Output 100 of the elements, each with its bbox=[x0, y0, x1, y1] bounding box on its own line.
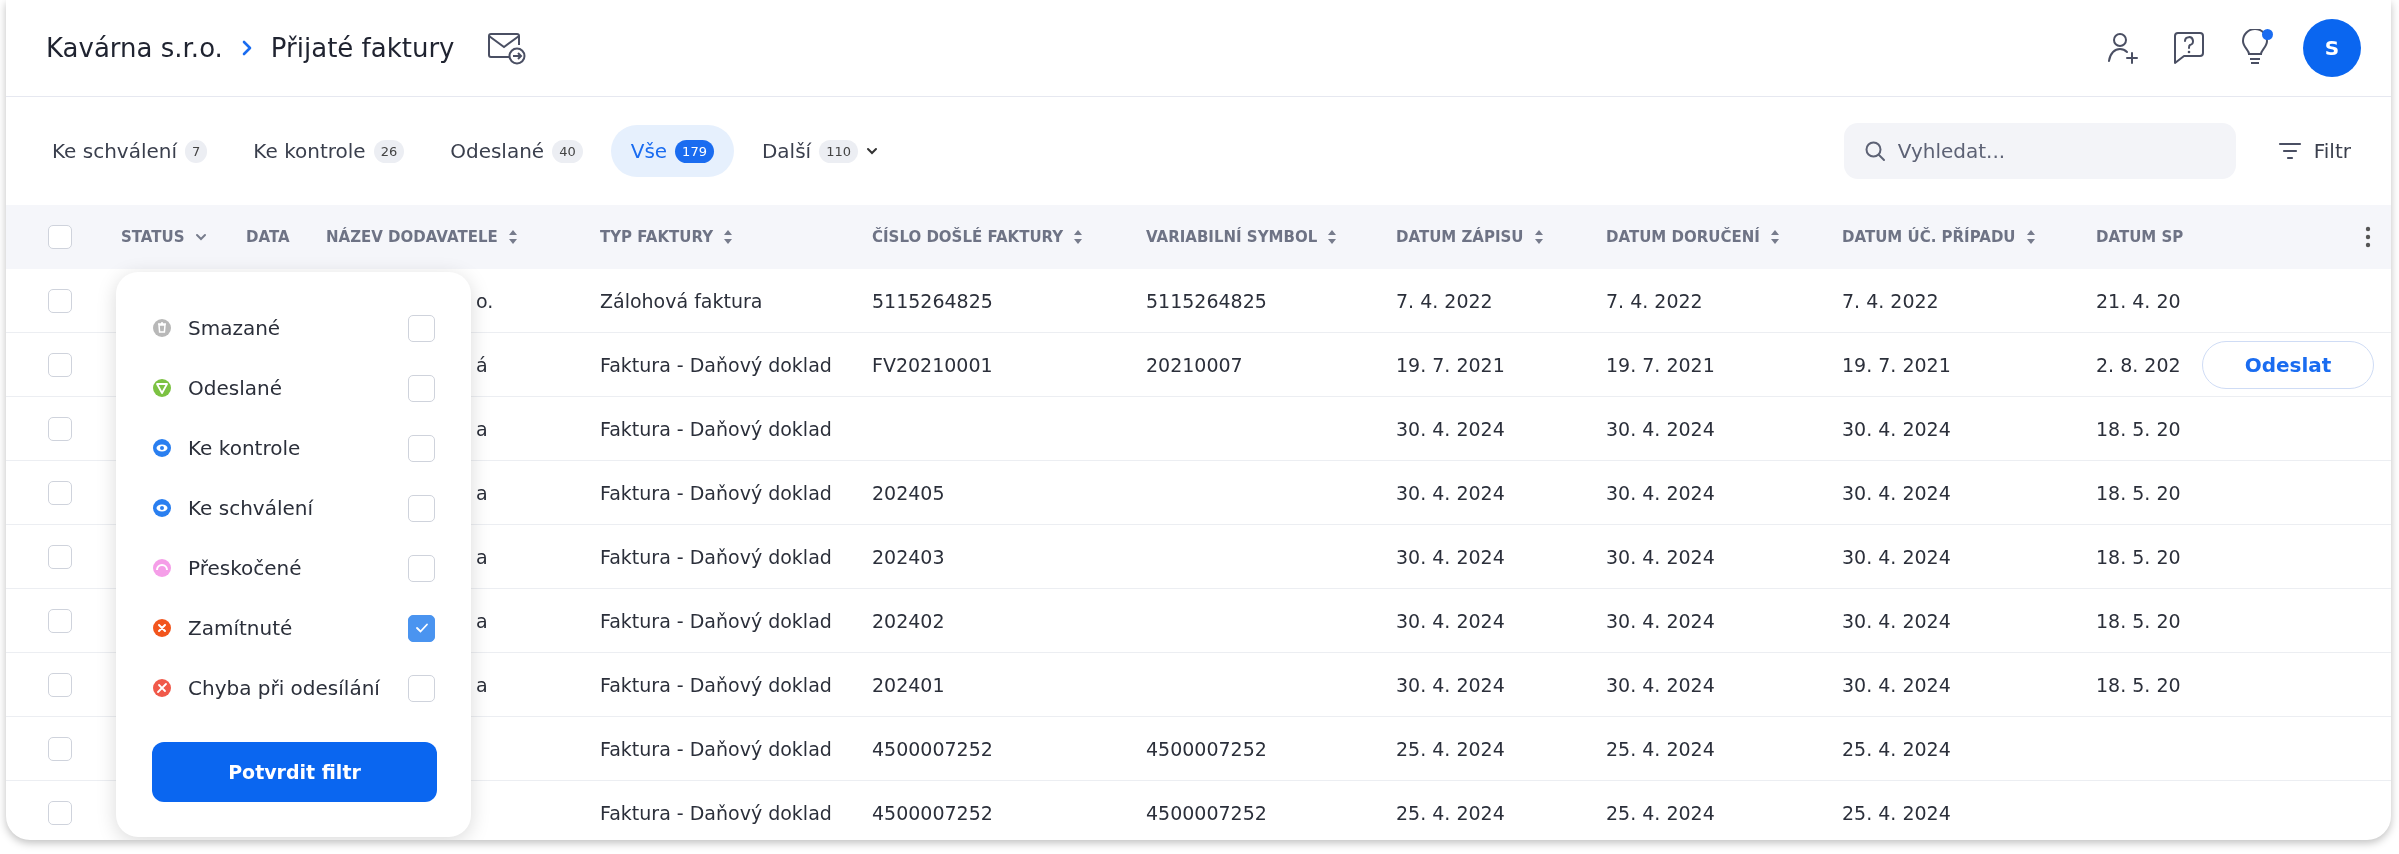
filter-tab[interactable]: Ke schválení 7 bbox=[34, 125, 226, 177]
column-header[interactable]: ČÍSLO DOŠLÉ FAKTURY bbox=[872, 228, 1064, 246]
table-cell: Faktura - Daňový doklad bbox=[600, 737, 832, 760]
row-checkbox[interactable] bbox=[48, 608, 72, 633]
row-checkbox[interactable] bbox=[48, 352, 72, 377]
table-cell: FV20210001 bbox=[872, 353, 993, 376]
send-button[interactable]: Odeslat bbox=[2202, 340, 2374, 389]
status-option[interactable]: Smazané bbox=[188, 316, 392, 340]
status-option[interactable]: Ke kontrole bbox=[188, 436, 392, 460]
status-checkbox[interactable] bbox=[408, 314, 435, 342]
count-badge: 7 bbox=[185, 139, 208, 163]
confirm-filter-button[interactable]: Potvrdit filtr bbox=[152, 742, 437, 802]
status-option[interactable]: Zamítnuté bbox=[188, 616, 392, 640]
sort-icon[interactable] bbox=[1533, 229, 1544, 245]
status-checkbox[interactable] bbox=[408, 374, 435, 402]
table-cell: 202403 bbox=[872, 545, 945, 568]
status-checkbox[interactable] bbox=[408, 554, 435, 582]
table-cell: 7. 4. 2022 bbox=[1606, 289, 1703, 312]
table-cell: 4500007252 bbox=[1146, 801, 1267, 824]
column-header[interactable]: DATUM ZÁPISU bbox=[1396, 228, 1524, 246]
table-cell: 30. 4. 2024 bbox=[1606, 673, 1715, 696]
table-cell: a bbox=[476, 481, 488, 504]
sort-icon[interactable] bbox=[507, 229, 518, 245]
chevron-down-icon[interactable] bbox=[194, 233, 207, 241]
table-cell: 19. 7. 2021 bbox=[1396, 353, 1505, 376]
table-cell: 18. 5. 20 bbox=[2096, 673, 2181, 696]
column-header[interactable]: VARIABILNÍ SYMBOL bbox=[1146, 228, 1318, 246]
table-cell: 7. 4. 2022 bbox=[1396, 289, 1493, 312]
check-icon bbox=[414, 622, 429, 634]
status-checkbox[interactable] bbox=[408, 674, 435, 702]
table-cell: 25. 4. 2024 bbox=[1842, 737, 1951, 760]
row-checkbox[interactable] bbox=[48, 736, 72, 761]
column-header[interactable]: DATUM ÚČ. PŘÍPADU bbox=[1842, 228, 2016, 246]
table-cell: 18. 5. 20 bbox=[2096, 481, 2181, 504]
table-cell: 21. 4. 20 bbox=[2096, 289, 2181, 312]
table-cell: Faktura - Daňový doklad bbox=[600, 673, 832, 696]
table-cell: Faktura - Daňový doklad bbox=[600, 353, 832, 376]
column-header: DATUM SP bbox=[2096, 228, 2184, 246]
table-cell: 30. 4. 2024 bbox=[1396, 545, 1505, 568]
user-avatar[interactable]: S bbox=[2303, 19, 2361, 77]
row-checkbox[interactable] bbox=[48, 672, 72, 697]
status-checkbox[interactable] bbox=[408, 614, 435, 642]
column-header[interactable]: TYP FAKTURY bbox=[600, 228, 714, 246]
row-checkbox[interactable] bbox=[48, 800, 72, 825]
row-checkbox[interactable] bbox=[48, 544, 72, 569]
status-checkbox[interactable] bbox=[408, 494, 435, 522]
sort-icon[interactable] bbox=[1327, 229, 1338, 245]
table-cell: Faktura - Daňový doklad bbox=[600, 801, 832, 824]
table-cell: 202402 bbox=[872, 609, 945, 632]
caret-icon bbox=[865, 147, 878, 155]
sort-icon[interactable] bbox=[723, 229, 734, 245]
table-cell: 4500007252 bbox=[872, 737, 993, 760]
table-cell: 25. 4. 2024 bbox=[1606, 737, 1715, 760]
status-option[interactable]: Odeslané bbox=[188, 376, 392, 400]
add-user-icon[interactable] bbox=[2105, 30, 2141, 66]
table-cell: a bbox=[476, 417, 488, 440]
filter-tab[interactable]: Odeslané 40 bbox=[432, 125, 601, 177]
count-badge: 110 bbox=[819, 139, 858, 163]
column-header[interactable]: STATUS bbox=[121, 228, 185, 246]
table-cell: 30. 4. 2024 bbox=[1396, 609, 1505, 632]
table-cell: 19. 7. 2021 bbox=[1606, 353, 1715, 376]
count-badge: 179 bbox=[675, 139, 714, 163]
table-cell: 30. 4. 2024 bbox=[1606, 417, 1715, 440]
table-cell: 30. 4. 2024 bbox=[1842, 481, 1951, 504]
column-header[interactable]: NÁZEV DODAVATELE bbox=[326, 228, 498, 246]
help-icon[interactable] bbox=[2171, 30, 2207, 66]
table-cell: 30. 4. 2024 bbox=[1396, 481, 1505, 504]
envelope-arrow-icon[interactable] bbox=[486, 31, 527, 65]
table-cell: 25. 4. 2024 bbox=[1396, 737, 1505, 760]
sort-icon[interactable] bbox=[2025, 229, 2036, 245]
chevron-right-icon bbox=[240, 39, 253, 57]
table-cell: 5115264825 bbox=[872, 289, 993, 312]
table-cell: Faktura - Daňový doklad bbox=[600, 545, 832, 568]
table-cell: 5115264825 bbox=[1146, 289, 1267, 312]
status-option[interactable]: Chyba při odesílání bbox=[188, 676, 392, 700]
status-option[interactable]: Ke schválení bbox=[188, 496, 392, 520]
sort-icon[interactable] bbox=[1073, 229, 1084, 245]
more-icon[interactable] bbox=[2365, 226, 2371, 248]
select-all-checkbox[interactable] bbox=[48, 225, 72, 249]
table-cell: 18. 5. 20 bbox=[2096, 417, 2181, 440]
row-checkbox[interactable] bbox=[48, 480, 72, 505]
row-checkbox[interactable] bbox=[48, 416, 72, 441]
filter-tab[interactable]: Další 110 bbox=[743, 125, 896, 177]
count-badge: 40 bbox=[552, 139, 583, 163]
status-option[interactable]: Přeskočené bbox=[188, 556, 392, 580]
filter-button[interactable]: Filtr bbox=[2271, 138, 2357, 164]
table-cell: 7. 4. 2022 bbox=[1842, 289, 1939, 312]
search-field[interactable]: Vyhledat... bbox=[1843, 123, 2236, 179]
filter-tab[interactable]: Vše 179 bbox=[610, 125, 734, 177]
table-cell: 30. 4. 2024 bbox=[1396, 673, 1505, 696]
table-cell: Faktura - Daňový doklad bbox=[600, 481, 832, 504]
company-link[interactable]: Kavárna s.r.o. bbox=[46, 33, 223, 63]
column-header[interactable]: DATUM DORUČENÍ bbox=[1606, 228, 1760, 246]
page-title: Přijaté faktury bbox=[270, 33, 455, 63]
filter-tab[interactable]: Ke kontrole 26 bbox=[235, 125, 423, 177]
table-cell: 202401 bbox=[872, 673, 945, 696]
status-checkbox[interactable] bbox=[408, 434, 435, 462]
table-cell: Faktura - Daňový doklad bbox=[600, 417, 832, 440]
sort-icon[interactable] bbox=[1769, 229, 1780, 245]
row-checkbox[interactable] bbox=[48, 288, 72, 313]
